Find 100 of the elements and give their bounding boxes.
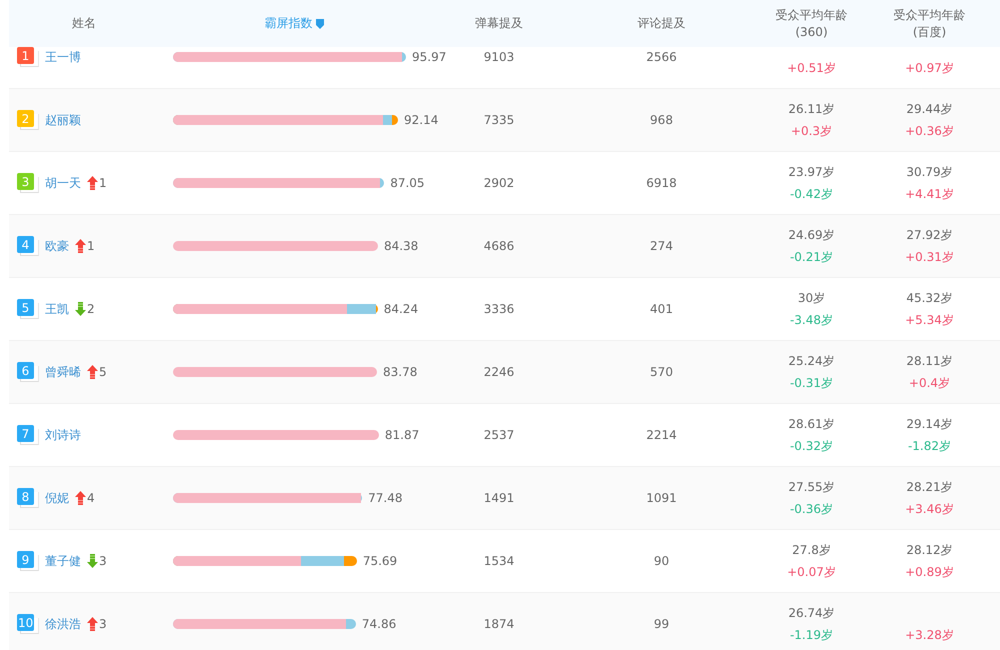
age-value: 29.44岁 (906, 101, 953, 117)
age-change: -1.19岁 (790, 627, 834, 643)
name-link[interactable]: 王一博 (45, 48, 81, 66)
score-value: 87.05 (390, 175, 425, 192)
rank-badge: 6 (17, 362, 34, 379)
rank-badge: 8 (17, 488, 34, 505)
rank-change: 3 (99, 554, 107, 568)
name-link[interactable]: 赵丽颖 (45, 112, 81, 128)
age-change: +0.89岁 (905, 564, 954, 580)
table-cell: 274 (650, 239, 673, 253)
score-value: 81.87 (384, 427, 420, 444)
age-value: 24.69岁 (788, 227, 835, 243)
score-value: 74.86 (362, 616, 396, 633)
column-subheader: (360) (795, 24, 828, 40)
age-change: -0.21岁 (790, 249, 834, 265)
name-link[interactable]: 胡一天 (45, 174, 81, 192)
rank-change: 3 (99, 617, 107, 631)
rank-change: 1 (99, 176, 107, 190)
rank-badge: 7 (17, 425, 34, 442)
table-cell: 401 (650, 302, 673, 316)
table-cell: 2214 (646, 428, 677, 442)
table-cell: 1534 (484, 554, 514, 568)
rank-change: 1 (87, 239, 95, 253)
table-cell: 90 (654, 554, 670, 568)
age-value: 27.92岁 (906, 227, 953, 243)
age-value: 28.11岁 (906, 353, 953, 369)
age-value: 28.61岁 (788, 416, 835, 432)
table-cell: 1091 (646, 491, 677, 505)
table-cell: 9103 (484, 50, 514, 64)
age-value: 28.12岁 (906, 542, 953, 558)
table-cell: 2566 (646, 50, 677, 64)
age-value: 30.79岁 (906, 164, 953, 180)
column-header[interactable]: 评论提及 (638, 15, 686, 32)
rank-badge: 9 (17, 551, 34, 568)
rank-badge: 4 (17, 236, 34, 253)
age-change: +4.41岁 (905, 186, 954, 202)
name-link[interactable]: 曾舜晞 (45, 364, 81, 380)
column-header[interactable]: 弹幕提及 (475, 15, 523, 32)
score-value: 77.48 (368, 490, 402, 507)
age-value: 29.14岁 (906, 416, 953, 432)
age-change: +0.3岁 (790, 123, 832, 139)
age-change: +3.28岁 (905, 627, 954, 643)
rank-change: 2 (87, 302, 95, 316)
age-value: 27.8岁 (792, 542, 831, 558)
name-link[interactable]: 徐洪浩 (45, 616, 81, 632)
score-value: 92.14 (404, 112, 438, 129)
age-change: -0.31岁 (790, 375, 834, 391)
age-change: +3.46岁 (905, 501, 954, 517)
age-change: -0.42岁 (790, 186, 834, 202)
score-value: 75.69 (362, 553, 398, 570)
table-cell: 4686 (484, 239, 514, 253)
age-change: +5.34岁 (905, 312, 954, 328)
age-value: 26.11岁 (788, 101, 835, 117)
rank-badge: 5 (17, 299, 34, 316)
table-cell: 2246 (484, 365, 514, 379)
table-cell: 6918 (646, 176, 677, 190)
age-change: +0.07岁 (787, 564, 836, 580)
table-cell: 99 (654, 617, 670, 631)
age-value: 30岁 (798, 290, 826, 306)
rank-change: 5 (99, 365, 107, 379)
age-value: 28.21岁 (906, 479, 953, 495)
column-subheader: (百度) (912, 24, 946, 40)
score-value: 84.24 (384, 301, 418, 318)
table-cell: 3336 (484, 302, 514, 316)
table-cell: 2902 (484, 176, 514, 190)
age-change: -0.32岁 (790, 438, 834, 454)
age-value: 27.55岁 (788, 479, 835, 495)
name-link[interactable]: 欧豪 (45, 238, 69, 254)
age-change: +0.31岁 (905, 249, 954, 265)
name-link[interactable]: 刘诗诗 (45, 426, 81, 444)
column-header[interactable]: 受众平均年龄 (776, 6, 848, 24)
table-cell: 2537 (484, 428, 514, 442)
age-value: 25.24岁 (788, 353, 835, 369)
age-change: +0.4岁 (908, 375, 950, 391)
score-value: 83.78 (383, 364, 418, 381)
table-cell: 1491 (484, 491, 514, 505)
rank-badge: 3 (17, 173, 34, 190)
score-value: 84.38 (384, 238, 418, 255)
column-header[interactable]: 霸屏指数 (264, 15, 312, 32)
age-value: 45.32岁 (906, 290, 953, 306)
sort-icon[interactable] (316, 18, 324, 28)
column-header[interactable]: 受众平均年龄 (894, 6, 966, 24)
rank-badge: 2 (17, 110, 34, 127)
column-header[interactable]: 姓名 (72, 15, 96, 32)
name-link[interactable]: 王凯 (45, 300, 69, 318)
score-value: 95.97 (412, 49, 446, 66)
table-cell: 570 (650, 365, 673, 379)
age-change: -0.36岁 (790, 501, 834, 517)
rank-change: 4 (87, 491, 95, 505)
age-change: +0.97岁 (905, 60, 954, 76)
table-cell: 1874 (484, 617, 514, 631)
age-change: -1.82岁 (908, 438, 952, 454)
name-link[interactable]: 倪妮 (45, 490, 69, 506)
age-value: 26.74岁 (788, 605, 835, 621)
age-value: 23.97岁 (788, 164, 835, 180)
age-change: -3.48岁 (790, 312, 834, 328)
name-link[interactable]: 董子健 (45, 552, 81, 570)
rank-badge: 10 (17, 614, 34, 631)
table-cell: 968 (650, 113, 673, 127)
rank-badge: 1 (17, 47, 34, 64)
